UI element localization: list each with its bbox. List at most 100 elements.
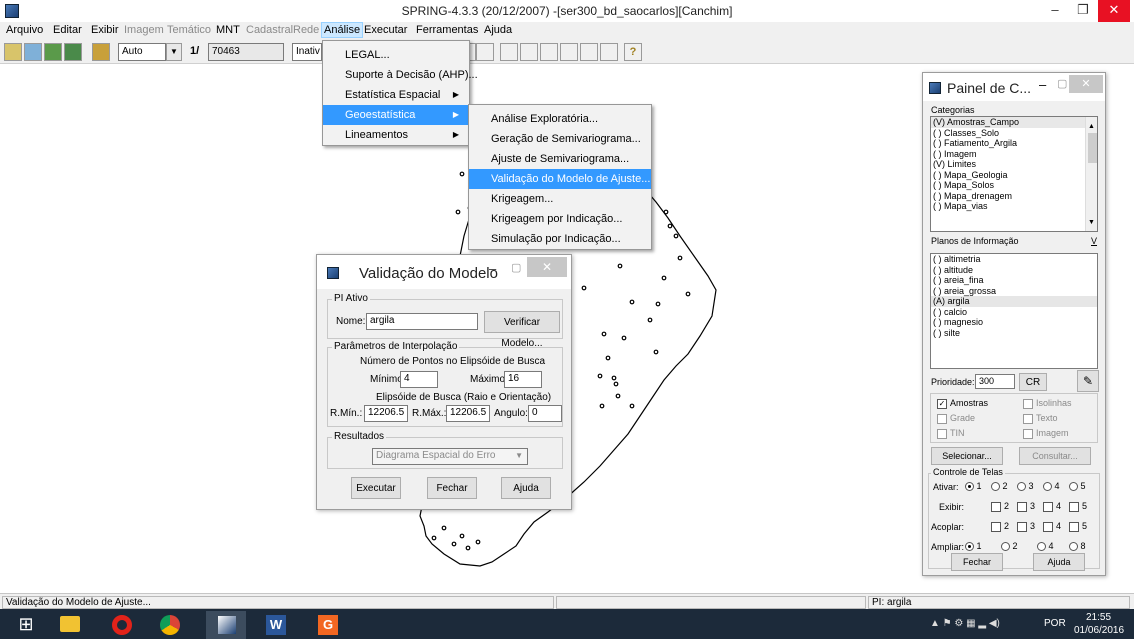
panel-maximize-button[interactable]: ▢ [1057, 77, 1067, 90]
submenu-item-krigeagem-indicacao[interactable]: Krigeagem por Indicação... [469, 209, 651, 229]
ampliar-radio-4[interactable]: 4 [1037, 541, 1054, 552]
priority-input[interactable]: 300 [975, 374, 1015, 389]
language-indicator[interactable]: POR [1044, 618, 1066, 629]
spring-icon[interactable] [206, 611, 246, 639]
select-button[interactable]: Selecionar... [931, 447, 1003, 465]
list-item[interactable]: ( ) altitude [931, 265, 1097, 276]
layers-icon[interactable] [44, 43, 62, 61]
menu-tematico[interactable]: Temático [167, 24, 211, 36]
dialog-minimize-button[interactable]: – [489, 261, 496, 276]
clock-time[interactable]: 21:55 [1086, 612, 1111, 623]
menu-item-geoestatistica[interactable]: Geoestatística ▶ [323, 105, 469, 125]
verify-model-button[interactable]: Verificar Modelo... [484, 311, 560, 349]
consult-button[interactable]: Consultar... [1019, 447, 1091, 465]
menu-item-legal[interactable]: LEGAL... [323, 45, 469, 65]
angle-input[interactable]: 0 [528, 405, 562, 422]
tool3-icon[interactable] [560, 43, 578, 61]
database-icon[interactable] [4, 43, 22, 61]
dialog-titlebar[interactable]: Validação do Modelo – ▢ ✕ [317, 255, 571, 289]
scroll-thumb[interactable] [1088, 133, 1097, 163]
tin-checkbox[interactable]: TIN [937, 428, 965, 439]
cr-button[interactable]: CR [1019, 373, 1047, 391]
texto-checkbox[interactable]: Texto [1023, 413, 1058, 424]
planes-list[interactable]: ( ) altimetria ( ) altitude ( ) areia_fi… [930, 253, 1098, 369]
exibir-check-5[interactable]: 5 [1069, 501, 1087, 512]
list-item[interactable]: ( ) calcio [931, 307, 1097, 318]
exibir-check-3[interactable]: 3 [1017, 501, 1035, 512]
menu-arquivo[interactable]: Arquivo [6, 24, 43, 36]
exibir-check-2[interactable]: 2 [991, 501, 1009, 512]
planes-visibility-toggle[interactable]: V [1091, 236, 1097, 246]
list-item[interactable]: ( ) Mapa_drenagem [931, 191, 1097, 202]
menu-cadastral[interactable]: Cadastral [246, 24, 293, 36]
menu-ajuda[interactable]: Ajuda [484, 24, 512, 36]
min-input[interactable]: 4 [400, 371, 438, 388]
submenu-item-ajuste[interactable]: Ajuste de Semivariograma... [469, 149, 651, 169]
minimize-button[interactable]: – [1040, 0, 1070, 22]
scrollbar[interactable]: ▲ ▼ [1085, 117, 1097, 231]
tray-icons[interactable]: ▲ ⚑ ⚙ ▦ ▂ ◀) [930, 618, 1000, 629]
acoplar-check-5[interactable]: 5 [1069, 521, 1087, 532]
explorer-icon[interactable] [50, 611, 90, 639]
tool2-icon[interactable] [540, 43, 558, 61]
status-field[interactable]: Inativ [292, 43, 322, 61]
list-item[interactable]: ( ) Mapa_vias [931, 201, 1097, 212]
menu-ferramentas[interactable]: Ferramentas [416, 24, 478, 36]
pencil-icon[interactable]: ✎ [1077, 370, 1099, 392]
isolinhas-checkbox[interactable]: Isolinhas [1023, 398, 1072, 409]
back-icon[interactable] [580, 43, 598, 61]
ativar-radio-1[interactable]: 1 [965, 481, 982, 492]
help-icon[interactable]: ? [624, 43, 642, 61]
start-icon[interactable]: ⊞ [6, 611, 46, 639]
menu-executar[interactable]: Executar [364, 24, 407, 36]
results-combo[interactable]: Diagrama Espacial do Erro ▼ [372, 448, 528, 465]
tool-icon[interactable] [520, 43, 538, 61]
edit-icon[interactable] [500, 43, 518, 61]
menu-item-estatistica[interactable]: Estatística Espacial ▶ [323, 85, 469, 105]
list-item[interactable]: (A) argila [931, 296, 1097, 307]
execute-button[interactable]: Executar [351, 477, 401, 499]
ampliar-radio-2[interactable]: 2 [1001, 541, 1018, 552]
project-icon[interactable] [24, 43, 42, 61]
list-item[interactable]: (V) Amostras_Campo [931, 117, 1097, 128]
submenu-item-krigeagem[interactable]: Krigeagem... [469, 189, 651, 209]
list-item[interactable]: ( ) Imagem [931, 149, 1097, 160]
menu-exibir[interactable]: Exibir [91, 24, 119, 36]
ampliar-radio-1[interactable]: 1 [965, 541, 982, 552]
list-item[interactable]: ( ) Mapa_Geologia [931, 170, 1097, 181]
panel-close-btn[interactable]: Fechar [951, 553, 1003, 571]
acoplar-check-3[interactable]: 3 [1017, 521, 1035, 532]
list-item[interactable]: ( ) Classes_Solo [931, 128, 1097, 139]
list-item[interactable]: ( ) altimetria [931, 254, 1097, 265]
help-button[interactable]: Ajuda [501, 477, 551, 499]
panel-minimize-button[interactable]: – [1039, 77, 1046, 92]
ampliar-radio-8[interactable]: 8 [1069, 541, 1086, 552]
amostras-checkbox[interactable]: ✓ Amostras [937, 398, 988, 409]
list-item[interactable]: ( ) Fatiamento_Argila [931, 138, 1097, 149]
name-input[interactable]: argila [366, 313, 478, 330]
scroll-down-icon[interactable]: ▼ [1088, 219, 1095, 226]
rmax-input[interactable]: 12206.5 [446, 405, 490, 422]
ativar-radio-3[interactable]: 3 [1017, 481, 1034, 492]
mode-combo[interactable]: Auto [118, 43, 166, 61]
panel-close-button[interactable]: ✕ [1069, 75, 1103, 93]
close-button[interactable]: ✕ [1098, 0, 1130, 22]
dialog-close-button[interactable]: ✕ [527, 257, 567, 277]
ativar-radio-2[interactable]: 2 [991, 481, 1008, 492]
menu-editar[interactable]: Editar [53, 24, 82, 36]
submenu-item-semivariograma[interactable]: Geração de Semivariograma... [469, 129, 651, 149]
max-input[interactable]: 16 [504, 371, 542, 388]
menu-rede[interactable]: Rede [293, 24, 319, 36]
word-icon[interactable]: W [256, 611, 296, 639]
acoplar-check-2[interactable]: 2 [991, 521, 1009, 532]
scroll-up-icon[interactable]: ▲ [1088, 123, 1095, 130]
list-item[interactable]: ( ) silte [931, 328, 1097, 339]
ativar-radio-4[interactable]: 4 [1043, 481, 1060, 492]
panel-titlebar[interactable]: Painel de C... – ▢ ✕ [923, 73, 1105, 101]
menu-item-lineamentos[interactable]: Lineamentos ▶ [323, 125, 469, 145]
rmin-input[interactable]: 12206.5 [364, 405, 408, 422]
menu-imagem[interactable]: Imagem [124, 24, 164, 36]
submenu-item-validacao[interactable]: Validação do Modelo de Ajuste... [469, 169, 651, 189]
imagem-checkbox[interactable]: Imagem [1023, 428, 1069, 439]
ativar-radio-5[interactable]: 5 [1069, 481, 1086, 492]
